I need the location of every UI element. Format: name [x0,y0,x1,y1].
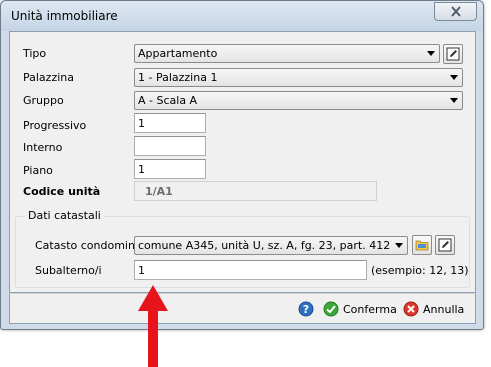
subalterno-value: 1 [138,264,145,277]
tipo-label: Tipo [23,47,47,60]
progressivo-value: 1 [138,117,145,130]
catasto-condominio-value: comune A345, unità U, sz. A, fg. 23, par… [138,239,391,252]
close-button[interactable] [434,2,477,21]
svg-text:?: ? [303,303,309,316]
window-title: Unità immobiliare [11,9,118,23]
check-icon [323,301,339,317]
tipo-edit-button[interactable] [443,44,463,64]
palazzina-select[interactable]: 1 - Palazzina 1 [134,68,463,87]
gruppo-label: Gruppo [23,94,64,107]
progressivo-input[interactable]: 1 [134,113,206,133]
palazzina-value: 1 - Palazzina 1 [138,71,218,84]
confirm-label: Conferma [343,302,397,316]
help-icon: ? [298,301,314,317]
catasto-edit-button[interactable] [435,235,455,255]
chevron-down-icon [427,51,435,56]
annotation-arrow-icon [138,285,168,367]
chevron-down-icon [450,98,458,103]
piano-value: 1 [138,163,145,176]
subalterno-hint: (esempio: 12, 13) [371,264,469,277]
dialog-window: Unità immobiliare Tipo Appartamento Pala… [0,0,484,330]
title-bar[interactable]: Unità immobiliare [1,1,483,31]
confirm-button[interactable]: Conferma [323,299,397,319]
catasto-condominio-label: Catasto condominio [35,239,145,252]
form-panel: Tipo Appartamento Palazzina 1 - Palazzin… [9,31,476,293]
chevron-down-icon [395,243,403,248]
folder-icon [415,240,429,251]
cancel-label: Annulla [423,302,465,316]
close-icon [450,6,461,17]
dialog-footer: ? Conferma Annulla [9,293,476,324]
cancel-icon [403,301,419,317]
edit-icon [446,47,460,61]
progressivo-label: Progressivo [23,119,87,132]
subalterno-input[interactable]: 1 [134,260,367,280]
gruppo-value: A - Scala A [138,94,198,107]
help-button[interactable]: ? [298,299,314,319]
subalterno-label: Subalterno/i [35,264,102,277]
catasto-condominio-select[interactable]: comune A345, unità U, sz. A, fg. 23, par… [134,236,408,255]
tipo-select[interactable]: Appartamento [134,44,440,63]
dati-catastali-title: Dati catastali [25,209,104,222]
edit-icon [438,238,452,252]
tipo-value: Appartamento [138,47,218,60]
piano-input[interactable]: 1 [134,159,206,179]
codice-label: Codice unità [23,185,101,198]
cancel-button[interactable]: Annulla [403,299,464,319]
piano-label: Piano [23,164,53,177]
codice-value: 1/A1 [145,185,173,198]
catasto-browse-button[interactable] [412,235,432,255]
interno-input[interactable] [134,136,206,156]
interno-label: Interno [23,141,63,154]
chevron-down-icon [450,75,458,80]
gruppo-select[interactable]: A - Scala A [134,91,463,110]
palazzina-label: Palazzina [23,71,74,84]
codice-field: 1/A1 [134,181,377,201]
